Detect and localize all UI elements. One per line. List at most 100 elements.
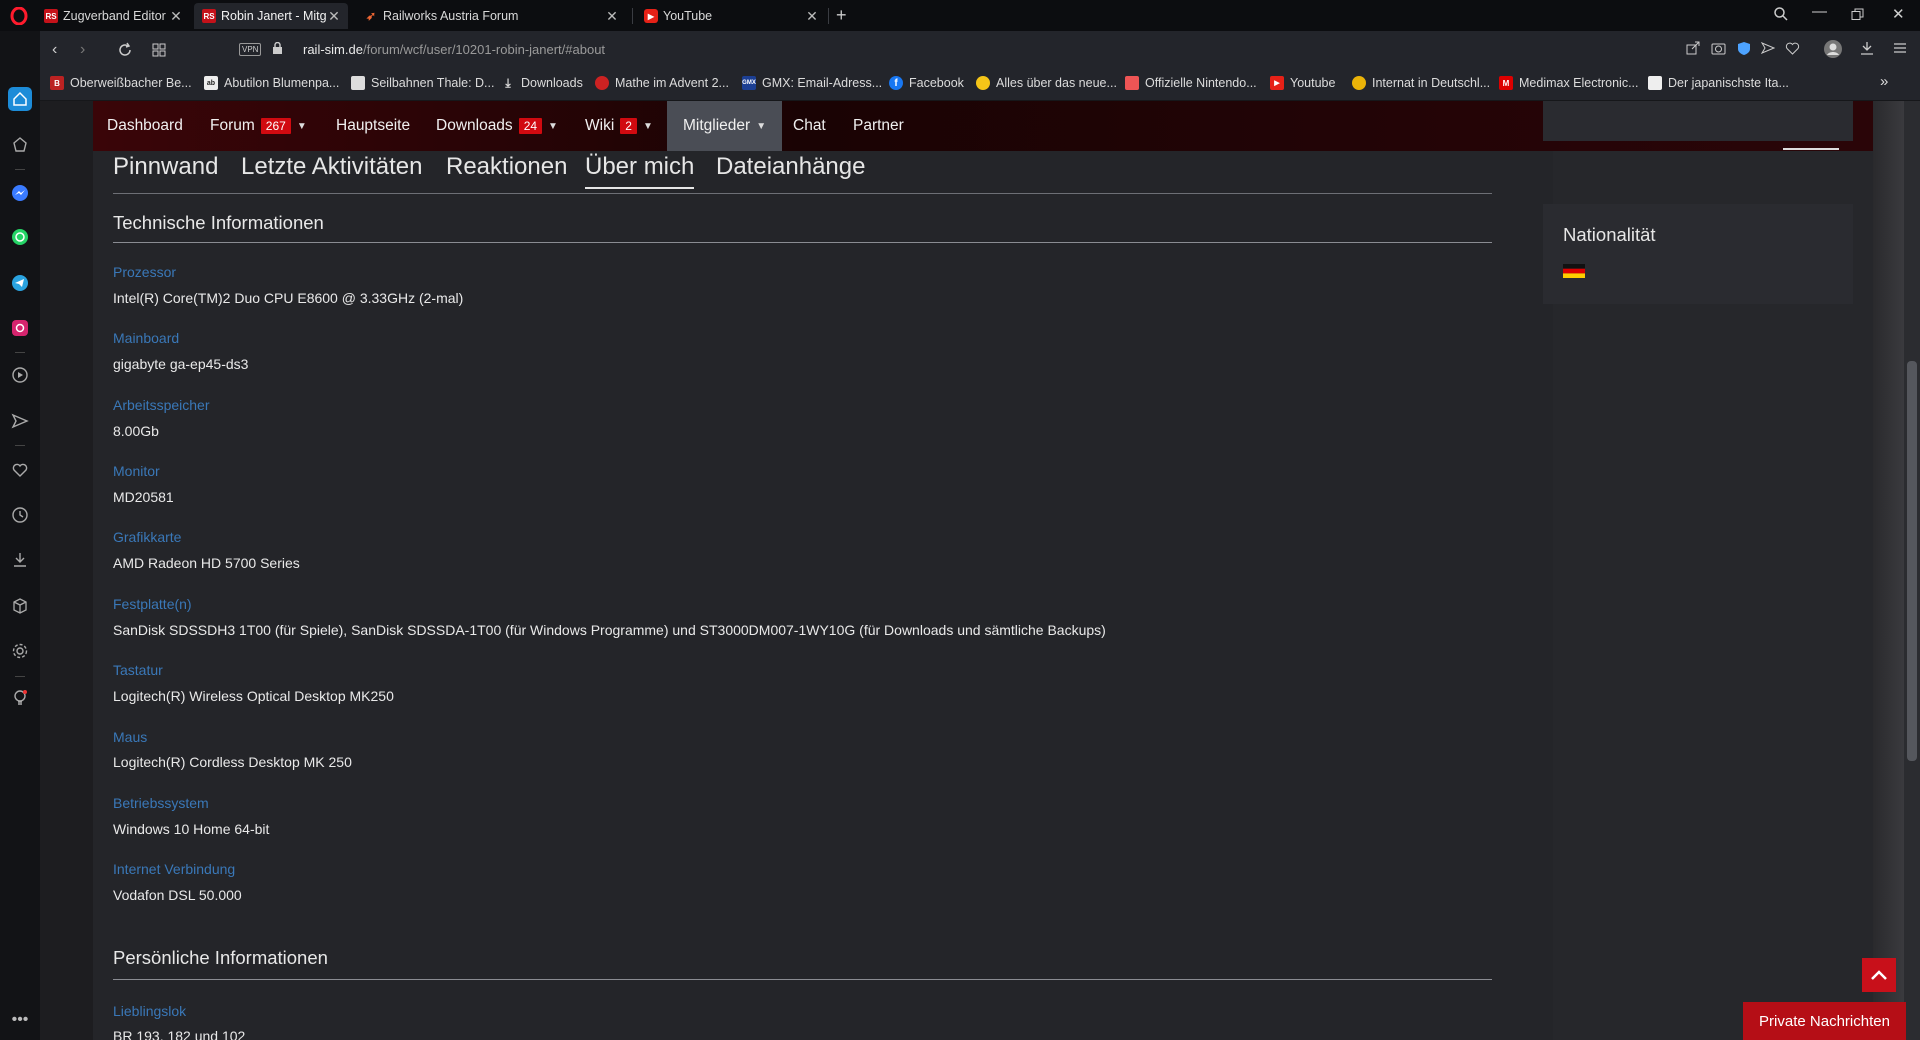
sidebar-separator [15, 169, 25, 170]
back-icon[interactable]: ‹ [52, 41, 57, 59]
downloads-icon[interactable] [1860, 41, 1874, 55]
bookmark-item[interactable]: f Facebook [889, 76, 964, 90]
section-divider [113, 979, 1492, 980]
bookmark-item[interactable]: Offizielle Nintendo... [1125, 76, 1257, 90]
close-tab-icon[interactable]: ✕ [604, 8, 620, 25]
bookmark-favicon-icon [1125, 76, 1139, 90]
send-icon[interactable] [8, 409, 32, 433]
bookmarks-bar: B Oberweißbacher Be... ab Abutilon Blumenp… [40, 69, 1920, 101]
profile-content [93, 151, 1553, 1040]
nav-partner[interactable]: Partner [853, 101, 904, 151]
nav-chat[interactable]: Chat [793, 101, 826, 151]
tab-pinnwand[interactable]: Pinnwand [113, 153, 218, 181]
whatsapp-icon[interactable] [8, 225, 32, 249]
nav-dashboard[interactable]: Dashboard [107, 101, 183, 151]
bookmark-item[interactable]: GMX GMX: Email-Adress... [742, 76, 882, 90]
field-value: Logitech(R) Cordless Desktop MK 250 [113, 754, 352, 770]
url-field[interactable]: rail-sim.de/forum/wcf/user/10201-robin-j… [303, 42, 605, 57]
tab-letzte-aktivitaeten[interactable]: Letzte Aktivitäten [241, 153, 422, 181]
home-icon[interactable] [8, 87, 32, 111]
bookmark-item[interactable]: Alles über das neue... [976, 76, 1117, 90]
minimize-icon[interactable]: — [1812, 3, 1827, 20]
tab-separator [828, 8, 829, 24]
forward-icon[interactable]: › [80, 41, 85, 59]
messenger-icon[interactable] [8, 181, 32, 205]
tab-ueber-mich[interactable]: Über mich [585, 153, 695, 189]
page-scrollbar[interactable] [1904, 101, 1920, 1040]
tab-dateianhaenge[interactable]: Dateianhänge [716, 153, 865, 181]
nav-forum[interactable]: Forum 267 ▼ [210, 101, 307, 151]
close-window-icon[interactable]: ✕ [1892, 5, 1905, 23]
bookmark-favicon-icon [1352, 76, 1366, 90]
bookmark-item[interactable]: ▶ Youtube [1270, 76, 1335, 90]
bookmark-item[interactable]: ⤓ Downloads [501, 75, 583, 91]
close-tab-icon[interactable]: ✕ [804, 8, 820, 25]
profile-avatar-icon[interactable] [1823, 39, 1843, 59]
close-tab-icon[interactable]: ✕ [168, 8, 184, 25]
nav-wiki[interactable]: Wiki 2 ▼ [585, 101, 653, 151]
field-value: MD20581 [113, 489, 174, 505]
adblock-shield-icon[interactable] [1737, 41, 1751, 56]
field-label: Arbeitsspeicher [113, 397, 210, 413]
heart-icon[interactable] [8, 458, 32, 482]
nav-mitglieder[interactable]: Mitglieder ▼ [667, 101, 783, 151]
opera-logo-icon[interactable] [10, 7, 28, 25]
tab-grid-icon[interactable] [152, 43, 166, 57]
bookmark-item[interactable]: Der japanischste Ita... [1648, 76, 1789, 90]
player-icon[interactable] [8, 363, 32, 387]
easy-setup-icon[interactable] [1893, 41, 1907, 55]
vpn-badge[interactable]: VPN [239, 43, 262, 56]
bookmark-item[interactable]: ab Abutilon Blumenpa... [204, 76, 339, 90]
restore-icon[interactable] [1851, 8, 1864, 21]
scroll-to-top-button[interactable] [1862, 958, 1896, 992]
tab-reaktionen[interactable]: Reaktionen [446, 153, 567, 181]
tips-lightbulb-icon[interactable] [8, 686, 32, 710]
nav-hauptseite[interactable]: Hauptseite [336, 101, 410, 151]
new-tab-icon[interactable]: + [836, 5, 847, 26]
share-icon[interactable] [1686, 41, 1700, 55]
nationality-title: Nationalität [1563, 224, 1656, 245]
address-bar-row: ‹ › VPN rail-sim.de/forum/wcf/user/10201… [40, 31, 1920, 69]
document-icon [351, 76, 365, 90]
field-label: Maus [113, 729, 148, 745]
close-tab-icon[interactable]: ✕ [326, 8, 342, 25]
facebook-icon: f [889, 76, 903, 90]
bookmark-item[interactable]: B Oberweißbacher Be... [50, 76, 192, 90]
flow-send-icon[interactable] [1761, 41, 1775, 55]
settings-gear-icon[interactable] [8, 639, 32, 663]
nav-downloads[interactable]: Downloads 24 ▼ [436, 101, 558, 151]
browser-tab[interactable]: ➶ Railworks Austria Forum ✕ [356, 3, 626, 29]
download-icon: ⤓ [505, 75, 511, 90]
bookmark-heart-icon[interactable] [1785, 41, 1800, 55]
bookmark-item[interactable]: Mathe im Advent 2... [595, 76, 729, 90]
browser-tab[interactable]: ▶ YouTube ✕ [636, 3, 826, 29]
lock-icon[interactable] [272, 42, 283, 55]
extensions-cube-icon[interactable] [8, 594, 32, 618]
speed-dial-icon[interactable] [8, 133, 32, 157]
bookmark-item[interactable]: M Medimax Electronic... [1499, 76, 1638, 90]
download-icon[interactable] [8, 548, 32, 572]
page-background [40, 101, 93, 1040]
telegram-icon[interactable] [8, 271, 32, 295]
browser-tab[interactable]: RS Zugverband Editor stürzt ab ✕ [36, 3, 190, 29]
history-clock-icon[interactable] [8, 503, 32, 527]
downloads-count-badge: 24 [518, 118, 543, 134]
instagram-icon[interactable] [8, 316, 32, 340]
chevron-down-icon: ▼ [296, 120, 307, 132]
bookmarks-more-icon[interactable]: » [1880, 73, 1888, 90]
private-messages-button[interactable]: Private Nachrichten [1743, 1002, 1906, 1040]
snapshot-camera-icon[interactable] [1711, 41, 1726, 55]
field-label: Monitor [113, 463, 160, 479]
section-divider [113, 242, 1492, 243]
tab-search-icon[interactable] [1773, 6, 1789, 22]
bookmark-item[interactable]: Internat in Deutschl... [1352, 76, 1490, 90]
germany-flag-icon [1563, 264, 1585, 278]
browser-tab-active[interactable]: RS Robin Janert - Mitglieder - ✕ [194, 3, 348, 29]
forum-count-badge: 267 [260, 118, 291, 134]
scrollbar-thumb[interactable] [1907, 361, 1917, 761]
profile-tabs: Pinnwand Letzte Aktivitäten Reaktionen Ü… [113, 153, 1492, 194]
bookmark-item[interactable]: Seilbahnen Thale: D... [351, 76, 494, 90]
bookmark-favicon-icon: ab [204, 76, 218, 90]
more-options-icon[interactable]: ••• [8, 1008, 32, 1032]
reload-icon[interactable] [117, 42, 133, 58]
